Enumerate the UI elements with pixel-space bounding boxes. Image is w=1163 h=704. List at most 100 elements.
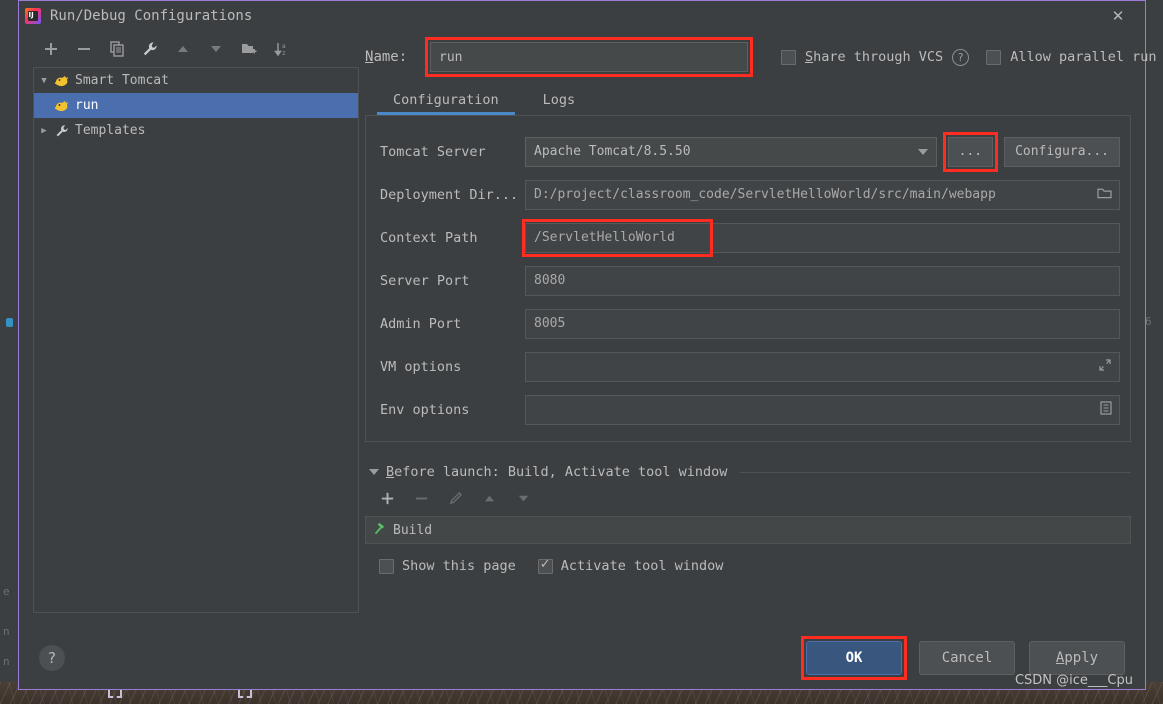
share-help-icon[interactable]: ? xyxy=(952,48,970,66)
show-this-page-label: Show this page xyxy=(402,558,516,574)
configuration-editor-panel: Name: run Share through VCS ? Allow para… xyxy=(359,31,1157,627)
before-launch-header: Before launch: Build, Activate tool wind… xyxy=(365,464,1131,480)
ide-ghost-text-n1: n xyxy=(3,625,10,638)
sort-az-icon[interactable]: a z xyxy=(272,39,292,59)
create-folder-button[interactable] xyxy=(239,39,259,59)
tomcat-server-label: Tomcat Server xyxy=(380,143,486,160)
vm-options-input[interactable] xyxy=(525,351,1120,382)
chevron-down-icon[interactable] xyxy=(917,148,928,155)
before-launch-title: Before launch: Build, Activate tool wind… xyxy=(386,464,727,480)
move-up-button[interactable] xyxy=(173,39,193,59)
name-row: Name: run Share through VCS ? Allow para… xyxy=(365,31,1157,83)
configurations-sidebar: a z ▼ Smart Tomcat run ▶ Templates xyxy=(19,31,359,627)
collapse-twisty-icon[interactable]: ▶ xyxy=(34,126,54,136)
env-options-label: Env options xyxy=(380,401,470,418)
tomcat-server-field-area: Apache Tomcat/8.5.50 ... Configura... xyxy=(525,131,1120,172)
configurations-tree[interactable]: ▼ Smart Tomcat run ▶ Templates xyxy=(33,67,359,613)
remove-task-button[interactable] xyxy=(413,490,429,506)
list-icon[interactable] xyxy=(1100,400,1112,419)
vm-options-row: VM options xyxy=(380,345,1120,388)
ok-button[interactable]: OK xyxy=(806,641,902,675)
admin-port-field-area: 8005 xyxy=(525,308,1120,339)
dialog-title: Run/Debug Configurations xyxy=(50,8,253,24)
apply-mnemonic: A xyxy=(1055,650,1065,666)
tomcat-icon xyxy=(54,74,70,88)
deployment-dir-label: Deployment Dir... xyxy=(380,186,519,203)
browse-button-annotation: ... xyxy=(942,131,999,172)
deployment-dir-field-area: D:/project/classroom_code/ServletHelloWo… xyxy=(525,179,1120,210)
svg-text:a: a xyxy=(282,43,286,50)
vm-options-field-area xyxy=(525,351,1120,382)
add-task-button[interactable] xyxy=(379,490,395,506)
server-port-field-area: 8080 xyxy=(525,265,1120,296)
deployment-dir-row: Deployment Dir... D:/project/classroom_c… xyxy=(380,173,1120,216)
before-launch-task-list[interactable]: Build xyxy=(365,516,1131,544)
activate-tool-window-label: Activate tool window xyxy=(560,558,724,574)
share-label-rest: hare through VCS xyxy=(813,49,944,65)
expand-twisty-icon[interactable]: ▼ xyxy=(34,76,54,86)
svg-text:z: z xyxy=(282,50,286,57)
vm-options-label: VM options xyxy=(380,358,462,375)
admin-port-label: Admin Port xyxy=(380,315,462,332)
copy-configuration-button[interactable] xyxy=(107,39,127,59)
tree-item-templates[interactable]: ▶ Templates xyxy=(34,118,358,143)
build-hammer-icon xyxy=(372,521,387,540)
admin-port-input[interactable]: 8005 xyxy=(525,308,1120,339)
tab-logs[interactable]: Logs xyxy=(521,85,598,115)
tomcat-server-value: Apache Tomcat/8.5.50 xyxy=(534,144,691,159)
csdn-watermark: CSDN @ice___Cpu xyxy=(1014,673,1133,688)
edit-templates-wrench-icon[interactable] xyxy=(140,39,160,59)
env-options-input[interactable] xyxy=(525,394,1120,425)
folder-icon[interactable] xyxy=(1097,186,1112,203)
show-this-page-checkbox[interactable] xyxy=(379,558,394,574)
intellij-idea-icon xyxy=(25,8,41,24)
move-down-button[interactable] xyxy=(206,39,226,59)
server-port-input[interactable]: 8080 xyxy=(525,265,1120,296)
deployment-dir-value: D:/project/classroom_code/ServletHelloWo… xyxy=(534,187,996,202)
remove-configuration-button[interactable] xyxy=(74,39,94,59)
before-launch-task-label: Build xyxy=(393,522,433,538)
tree-item-run[interactable]: run xyxy=(34,93,358,118)
name-field-annotation: run xyxy=(425,37,753,77)
edit-task-pencil-icon[interactable] xyxy=(447,490,463,506)
apply-button[interactable]: Apply xyxy=(1029,641,1125,675)
server-port-label: Server Port xyxy=(380,272,470,289)
allow-parallel-run-checkbox[interactable] xyxy=(986,49,1002,65)
tree-item-smart-tomcat[interactable]: ▼ Smart Tomcat xyxy=(34,68,358,93)
sidebar-toolbar: a z xyxy=(33,31,359,67)
share-through-vcs-checkbox[interactable] xyxy=(781,49,796,65)
move-task-up-button[interactable] xyxy=(481,490,497,506)
tomcat-configure-button[interactable]: Configura... xyxy=(1004,136,1120,167)
tab-configuration[interactable]: Configuration xyxy=(371,85,521,115)
before-launch-twisty-icon[interactable] xyxy=(369,469,379,475)
before-launch-toolbar xyxy=(365,480,1131,516)
ide-ghost-text-e: e xyxy=(3,585,10,598)
tree-item-label: Smart Tomcat xyxy=(75,73,169,88)
help-icon[interactable]: ? xyxy=(39,645,65,671)
before-launch-options: Show this page Activate tool window xyxy=(365,557,1131,574)
activate-tool-window-checkbox[interactable] xyxy=(537,557,553,574)
context-path-label: Context Path xyxy=(380,229,478,246)
context-path-input[interactable]: /ServletHelloWorld xyxy=(525,222,1120,253)
name-input[interactable]: run xyxy=(430,42,748,72)
move-task-down-button[interactable] xyxy=(515,490,531,506)
env-options-field-area xyxy=(525,394,1120,425)
name-row-options: Share through VCS ? Allow parallel run xyxy=(753,48,1157,66)
dialog-footer: ? OK Cancel Apply CSDN @ice___Cpu xyxy=(19,627,1145,689)
deployment-dir-input[interactable]: D:/project/classroom_code/ServletHelloWo… xyxy=(525,179,1120,210)
tomcat-server-select[interactable]: Apache Tomcat/8.5.50 xyxy=(525,136,937,167)
close-icon[interactable]: ✕ xyxy=(1101,1,1135,31)
context-path-field-area: /ServletHelloWorld xyxy=(522,218,1120,257)
ide-right-strip: 6 xyxy=(1143,0,1163,704)
expand-icon[interactable] xyxy=(1098,358,1112,376)
add-configuration-button[interactable] xyxy=(41,39,61,59)
tomcat-server-browse-button[interactable]: ... xyxy=(947,136,994,167)
dialog-body: a z ▼ Smart Tomcat run ▶ Templates Name:… xyxy=(19,31,1157,627)
before-launch-divider xyxy=(740,471,1131,473)
tomcat-server-row: Tomcat Server Apache Tomcat/8.5.50 ... C… xyxy=(380,130,1120,173)
admin-port-row: Admin Port 8005 xyxy=(380,302,1120,345)
cancel-button[interactable]: Cancel xyxy=(919,641,1015,675)
share-through-vcs-label: Share through VCS xyxy=(805,49,943,65)
context-path-row: Context Path /ServletHelloWorld xyxy=(380,216,1120,259)
name-field-wrapper: run xyxy=(430,42,748,72)
